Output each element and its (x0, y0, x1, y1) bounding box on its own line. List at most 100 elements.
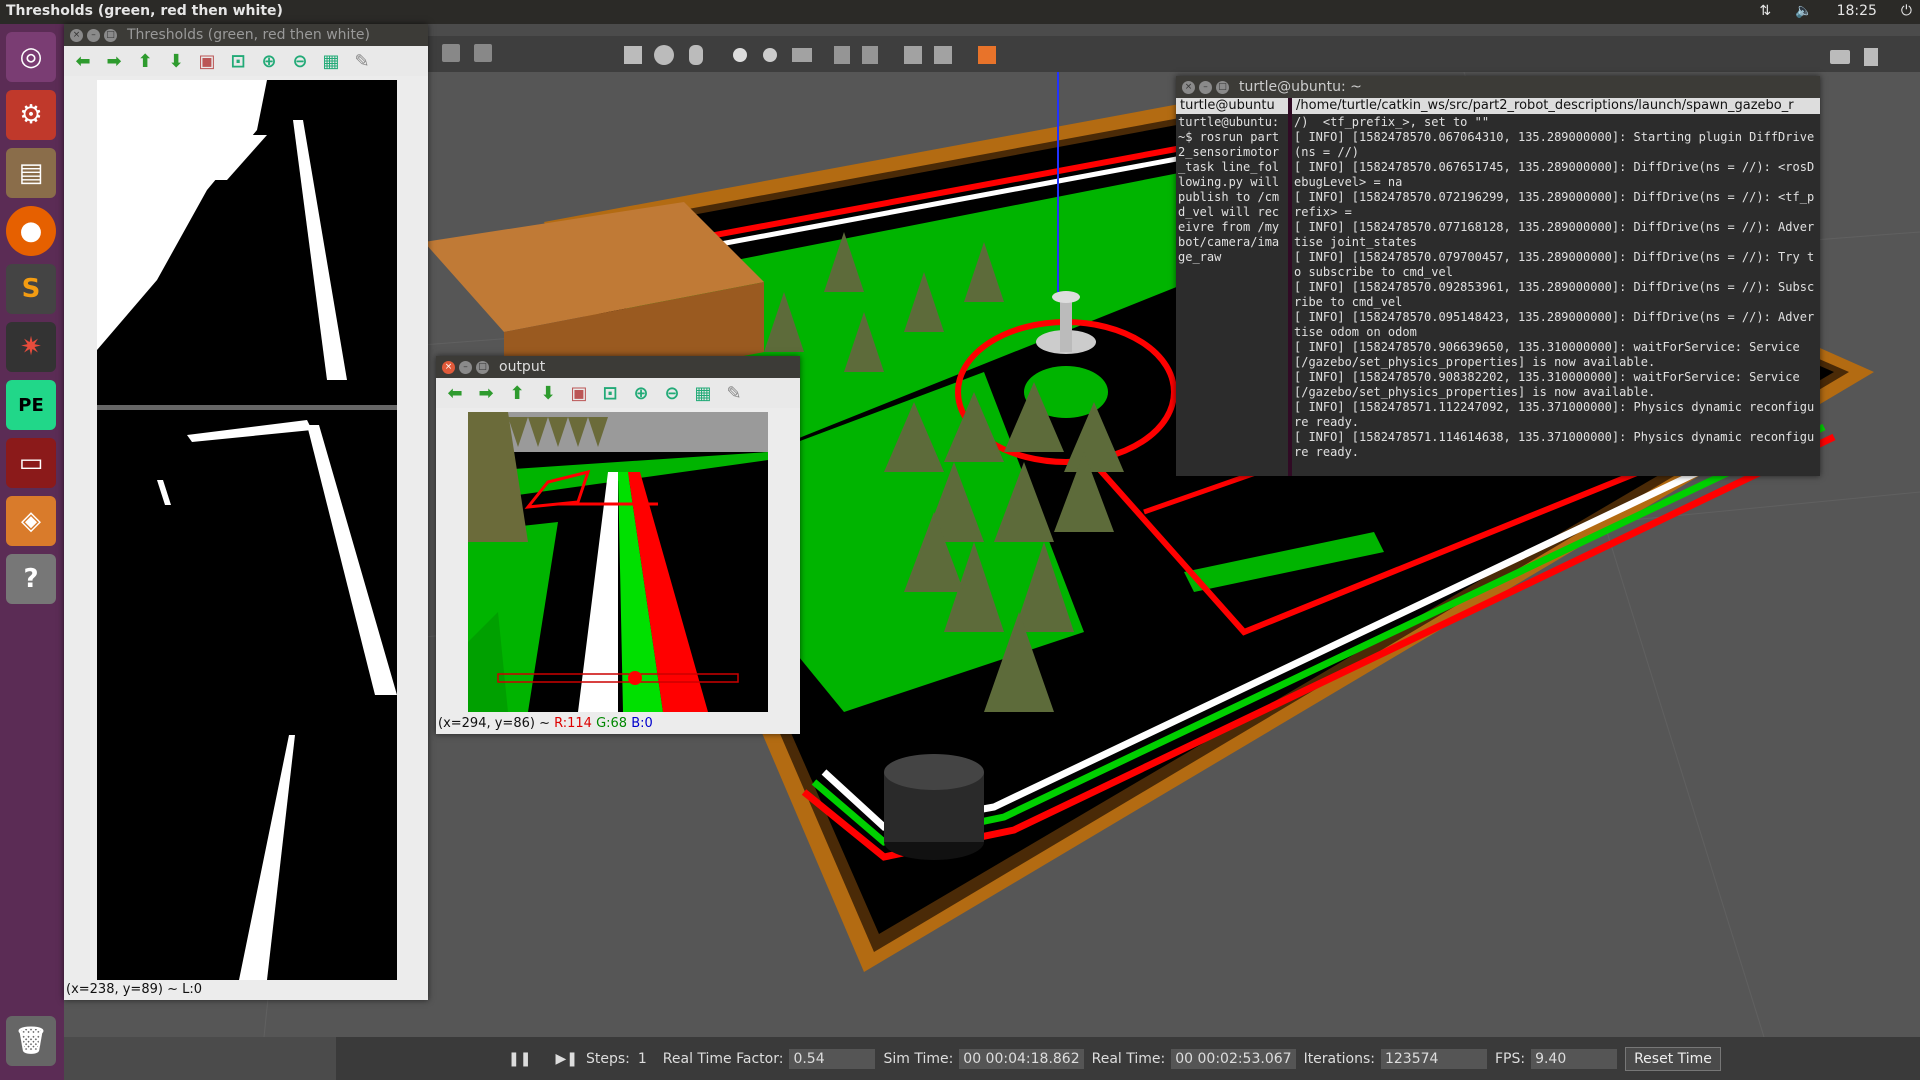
help-icon[interactable]: ? (6, 554, 56, 604)
pan-left-icon[interactable]: ⬅ (72, 50, 94, 72)
iterations-label: Iterations: (1303, 1050, 1375, 1067)
zoom-original-icon[interactable]: ▣ (568, 382, 590, 404)
fps-label: FPS: (1494, 1050, 1526, 1067)
thresholds-toolbar: ⬅ ➡ ⬆ ⬇ ▣ ⊡ ⊕ ⊖ ▦ ✎ (64, 46, 428, 76)
threshold-images (97, 80, 397, 980)
settings-icon[interactable]: ⚙ (6, 90, 56, 140)
firefox-icon[interactable]: ● (6, 206, 56, 256)
zoom-in-icon[interactable]: ⊕ (630, 382, 652, 404)
output-title: output (499, 359, 546, 375)
output-status-coords: (x=294, y=86) ~ (438, 716, 550, 731)
network-icon[interactable]: ⇅ (1759, 3, 1771, 19)
zoom-fit-icon[interactable]: ⊡ (227, 50, 249, 72)
reset-time-button[interactable]: Reset Time (1625, 1046, 1721, 1071)
pycharm-icon[interactable]: PE (6, 380, 56, 430)
output-status-r: R:114 (554, 716, 592, 731)
log-line: [ INFO] [1582478570.908382202, 135.31000… (1294, 370, 1807, 399)
log-line: [ INFO] [1582478570.092853961, 135.28900… (1294, 280, 1815, 309)
steps-label: Steps: (585, 1050, 630, 1067)
log-line: /) <tf_prefix_>, set to "" (1294, 115, 1490, 129)
thresholds-titlebar: × – □ Thresholds (green, red then white) (64, 24, 428, 46)
ubuntu-icon[interactable]: ◎ (6, 32, 56, 82)
clock[interactable]: 18:25 (1837, 3, 1877, 19)
minimize-icon[interactable]: – (1199, 80, 1212, 94)
pane-left-text: turtle@ubuntu:~$ rosrun part2_sensorimot… (1178, 115, 1287, 264)
top-panel: Thresholds (green, red then white) ⇅ 🔈 1… (0, 0, 1920, 24)
volume-icon[interactable]: 🔈 (1795, 3, 1812, 19)
zoom-original-icon[interactable]: ▣ (196, 50, 218, 72)
log-line: [ INFO] [1582478570.067064310, 135.28900… (1294, 130, 1815, 159)
maximize-icon[interactable]: □ (476, 360, 489, 374)
terminal-window: × – □ turtle@ubuntu: ~ turtle@ubuntu tur… (1176, 76, 1820, 476)
thresholds-window: × – □ Thresholds (green, red then white)… (64, 24, 428, 1000)
pan-down-icon[interactable]: ⬇ (537, 382, 559, 404)
pane-right-title: /home/turtle/catkin_ws/src/part2_robot_d… (1292, 98, 1820, 114)
trash-icon[interactable]: 🗑 (6, 1016, 56, 1066)
launcher: ◎ ⚙ ▤ ● S ✷ PE ▭ ◈ ? 🗑 (0, 24, 64, 1080)
pan-up-icon[interactable]: ⬆ (134, 50, 156, 72)
log-line: [ INFO] [1582478571.114614638, 135.37100… (1294, 430, 1815, 459)
log-line: [ INFO] [1582478570.077168128, 135.28900… (1294, 220, 1815, 249)
output-window: × – □ output ⬅ ➡ ⬆ ⬇ ▣ ⊡ ⊕ ⊖ ▦ ✎ (x=294,… (436, 356, 800, 734)
properties-icon[interactable]: ✎ (723, 382, 745, 404)
terminal-pane-right[interactable]: /home/turtle/catkin_ws/src/part2_robot_d… (1292, 98, 1820, 476)
zoom-out-icon[interactable]: ⊖ (661, 382, 683, 404)
pane-right-log: /) <tf_prefix_>, set to ""[ INFO] [15824… (1292, 114, 1820, 461)
log-line: [ INFO] [1582478570.072196299, 135.28900… (1294, 190, 1815, 219)
rviz-icon[interactable]: ✷ (6, 322, 56, 372)
maximize-icon[interactable]: □ (1216, 80, 1229, 94)
output-status: (x=294, y=86) ~ R:114 G:68 B:0 (436, 716, 653, 731)
sim-time-value: 00 00:04:18.862 (959, 1048, 1084, 1069)
real-time-value: 00 00:02:53.067 (1171, 1048, 1296, 1069)
log-line: [ INFO] [1582478571.112247092, 135.37100… (1294, 400, 1815, 429)
output-toolbar: ⬅ ➡ ⬆ ⬇ ▣ ⊡ ⊕ ⊖ ▦ ✎ (436, 378, 800, 408)
save-icon[interactable]: ▦ (692, 382, 714, 404)
iterations-value: 123574 (1380, 1048, 1487, 1069)
minimize-icon[interactable]: – (87, 28, 100, 42)
zoom-out-icon[interactable]: ⊖ (289, 50, 311, 72)
rtf-label: Real Time Factor: (662, 1050, 784, 1067)
gazebo-bottom-bar: ❚❚ ▶❚ Steps: 1 Real Time Factor: 0.54 Si… (336, 1037, 1920, 1080)
zoom-in-icon[interactable]: ⊕ (258, 50, 280, 72)
real-time-label: Real Time: (1091, 1050, 1166, 1067)
properties-icon[interactable]: ✎ (351, 50, 373, 72)
pane-left-title: turtle@ubuntu (1176, 98, 1288, 114)
zoom-fit-icon[interactable]: ⊡ (599, 382, 621, 404)
output-status-b: B:0 (631, 716, 653, 731)
pan-right-icon[interactable]: ➡ (475, 382, 497, 404)
rtf-value: 0.54 (789, 1048, 876, 1069)
camera-output-image (468, 412, 768, 712)
pan-up-icon[interactable]: ⬆ (506, 382, 528, 404)
output-titlebar: × – □ output (436, 356, 800, 378)
pause-icon[interactable]: ❚❚ (508, 1051, 531, 1067)
fps-value: 9.40 (1531, 1048, 1618, 1069)
step-icon[interactable]: ▶❚ (555, 1051, 578, 1067)
log-line: [ INFO] [1582478570.906639650, 135.31000… (1294, 340, 1807, 369)
steps-value[interactable]: 1 (638, 1051, 647, 1067)
sim-time-label: Sim Time: (883, 1050, 954, 1067)
thresholds-status: (x=238, y=89) ~ L:0 (66, 982, 202, 997)
pan-left-icon[interactable]: ⬅ (444, 382, 466, 404)
log-line: [ INFO] [1582478570.067651745, 135.28900… (1294, 160, 1815, 189)
pan-down-icon[interactable]: ⬇ (165, 50, 187, 72)
close-icon[interactable]: × (1182, 80, 1195, 94)
thresholds-title: Thresholds (green, red then white) (127, 27, 371, 43)
sublime-icon[interactable]: S (6, 264, 56, 314)
close-icon[interactable]: × (442, 360, 455, 374)
files-icon[interactable]: ▤ (6, 148, 56, 198)
maximize-icon[interactable]: □ (104, 28, 117, 42)
terminal-titlebar: × – □ turtle@ubuntu: ~ (1176, 76, 1820, 98)
minimize-icon[interactable]: – (459, 360, 472, 374)
terminal-icon[interactable]: ▭ (6, 438, 56, 488)
power-icon[interactable]: ⏻ (1901, 3, 1912, 19)
log-line: [ INFO] [1582478570.079700457, 135.28900… (1294, 250, 1815, 279)
terminal-title: turtle@ubuntu: ~ (1239, 79, 1362, 95)
log-line: [ INFO] [1582478570.095148423, 135.28900… (1294, 310, 1815, 339)
active-window-title: Thresholds (green, red then white) (6, 3, 283, 19)
pan-right-icon[interactable]: ➡ (103, 50, 125, 72)
gazebo-icon[interactable]: ◈ (6, 496, 56, 546)
save-icon[interactable]: ▦ (320, 50, 342, 72)
terminal-pane-left[interactable]: turtle@ubuntu turtle@ubuntu:~$ rosrun pa… (1176, 98, 1288, 476)
close-icon[interactable]: × (70, 28, 83, 42)
system-tray: ⇅ 🔈 18:25 ⏻ (1759, 3, 1912, 19)
